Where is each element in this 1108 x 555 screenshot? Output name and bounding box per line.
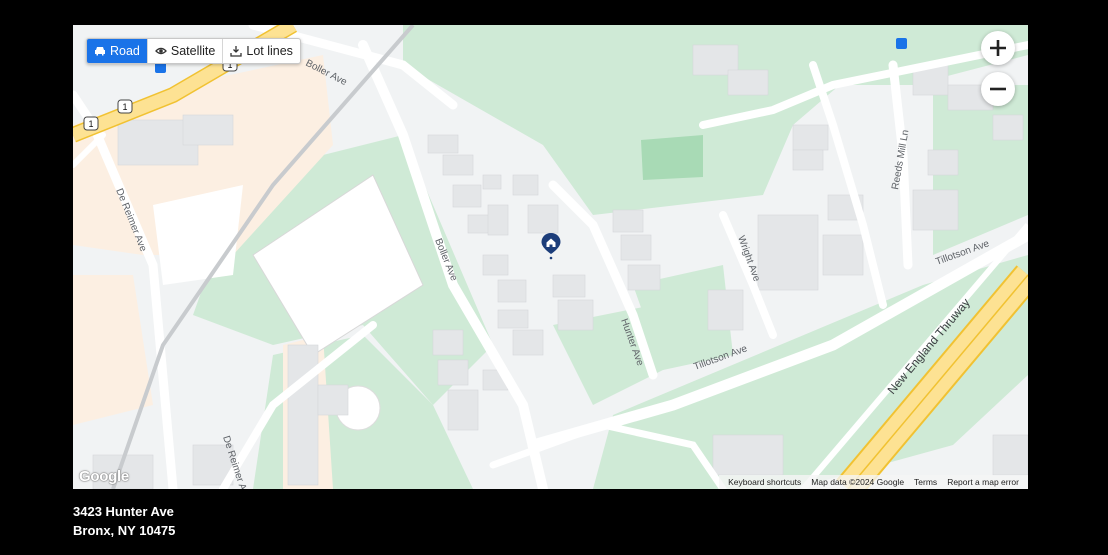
route-shield: 1 [117,99,133,114]
map-type-lot-lines-label: Lot lines [246,44,293,58]
svg-text:1: 1 [88,119,93,129]
map-type-control: Road Satellite Lot lines [86,38,301,64]
keyboard-shortcuts-link[interactable]: Keyboard shortcuts [723,477,806,487]
map-type-road-button[interactable]: Road [87,39,148,63]
lot-lines-icon [230,46,243,57]
svg-text:1: 1 [122,102,127,112]
map-type-lot-lines-button[interactable]: Lot lines [223,39,300,63]
map-data-credit: Map data ©2024 Google [811,477,905,487]
zoom-out-button[interactable] [981,72,1015,106]
eye-icon [154,47,167,55]
property-address: 3423 Hunter Ave Bronx, NY 10475 [73,502,175,540]
google-logo: Google [79,468,129,485]
plus-icon [990,40,1006,56]
address-line-2: Bronx, NY 10475 [73,523,176,538]
address-line-1: 3423 Hunter Ave [73,504,174,519]
attribution-bar: Keyboard shortcuts Map data ©2024 Google… [719,475,1028,489]
sports-field [641,135,703,180]
car-icon [95,47,105,56]
map-type-road-label: Road [110,44,140,58]
map-type-satellite-label: Satellite [170,44,216,58]
terms-link[interactable]: Terms [909,477,942,487]
transit-icon [896,38,907,49]
map-view[interactable]: 1 1 1 Boller Ave Boller Ave De Reimer Av… [73,25,1028,489]
minus-icon [990,87,1006,91]
property-pin-icon[interactable] [540,232,562,260]
report-map-error-link[interactable]: Report a map error [942,477,1024,487]
zoom-in-button[interactable] [981,31,1015,65]
map-type-satellite-button[interactable]: Satellite [148,39,224,63]
route-shield: 1 [83,116,99,131]
